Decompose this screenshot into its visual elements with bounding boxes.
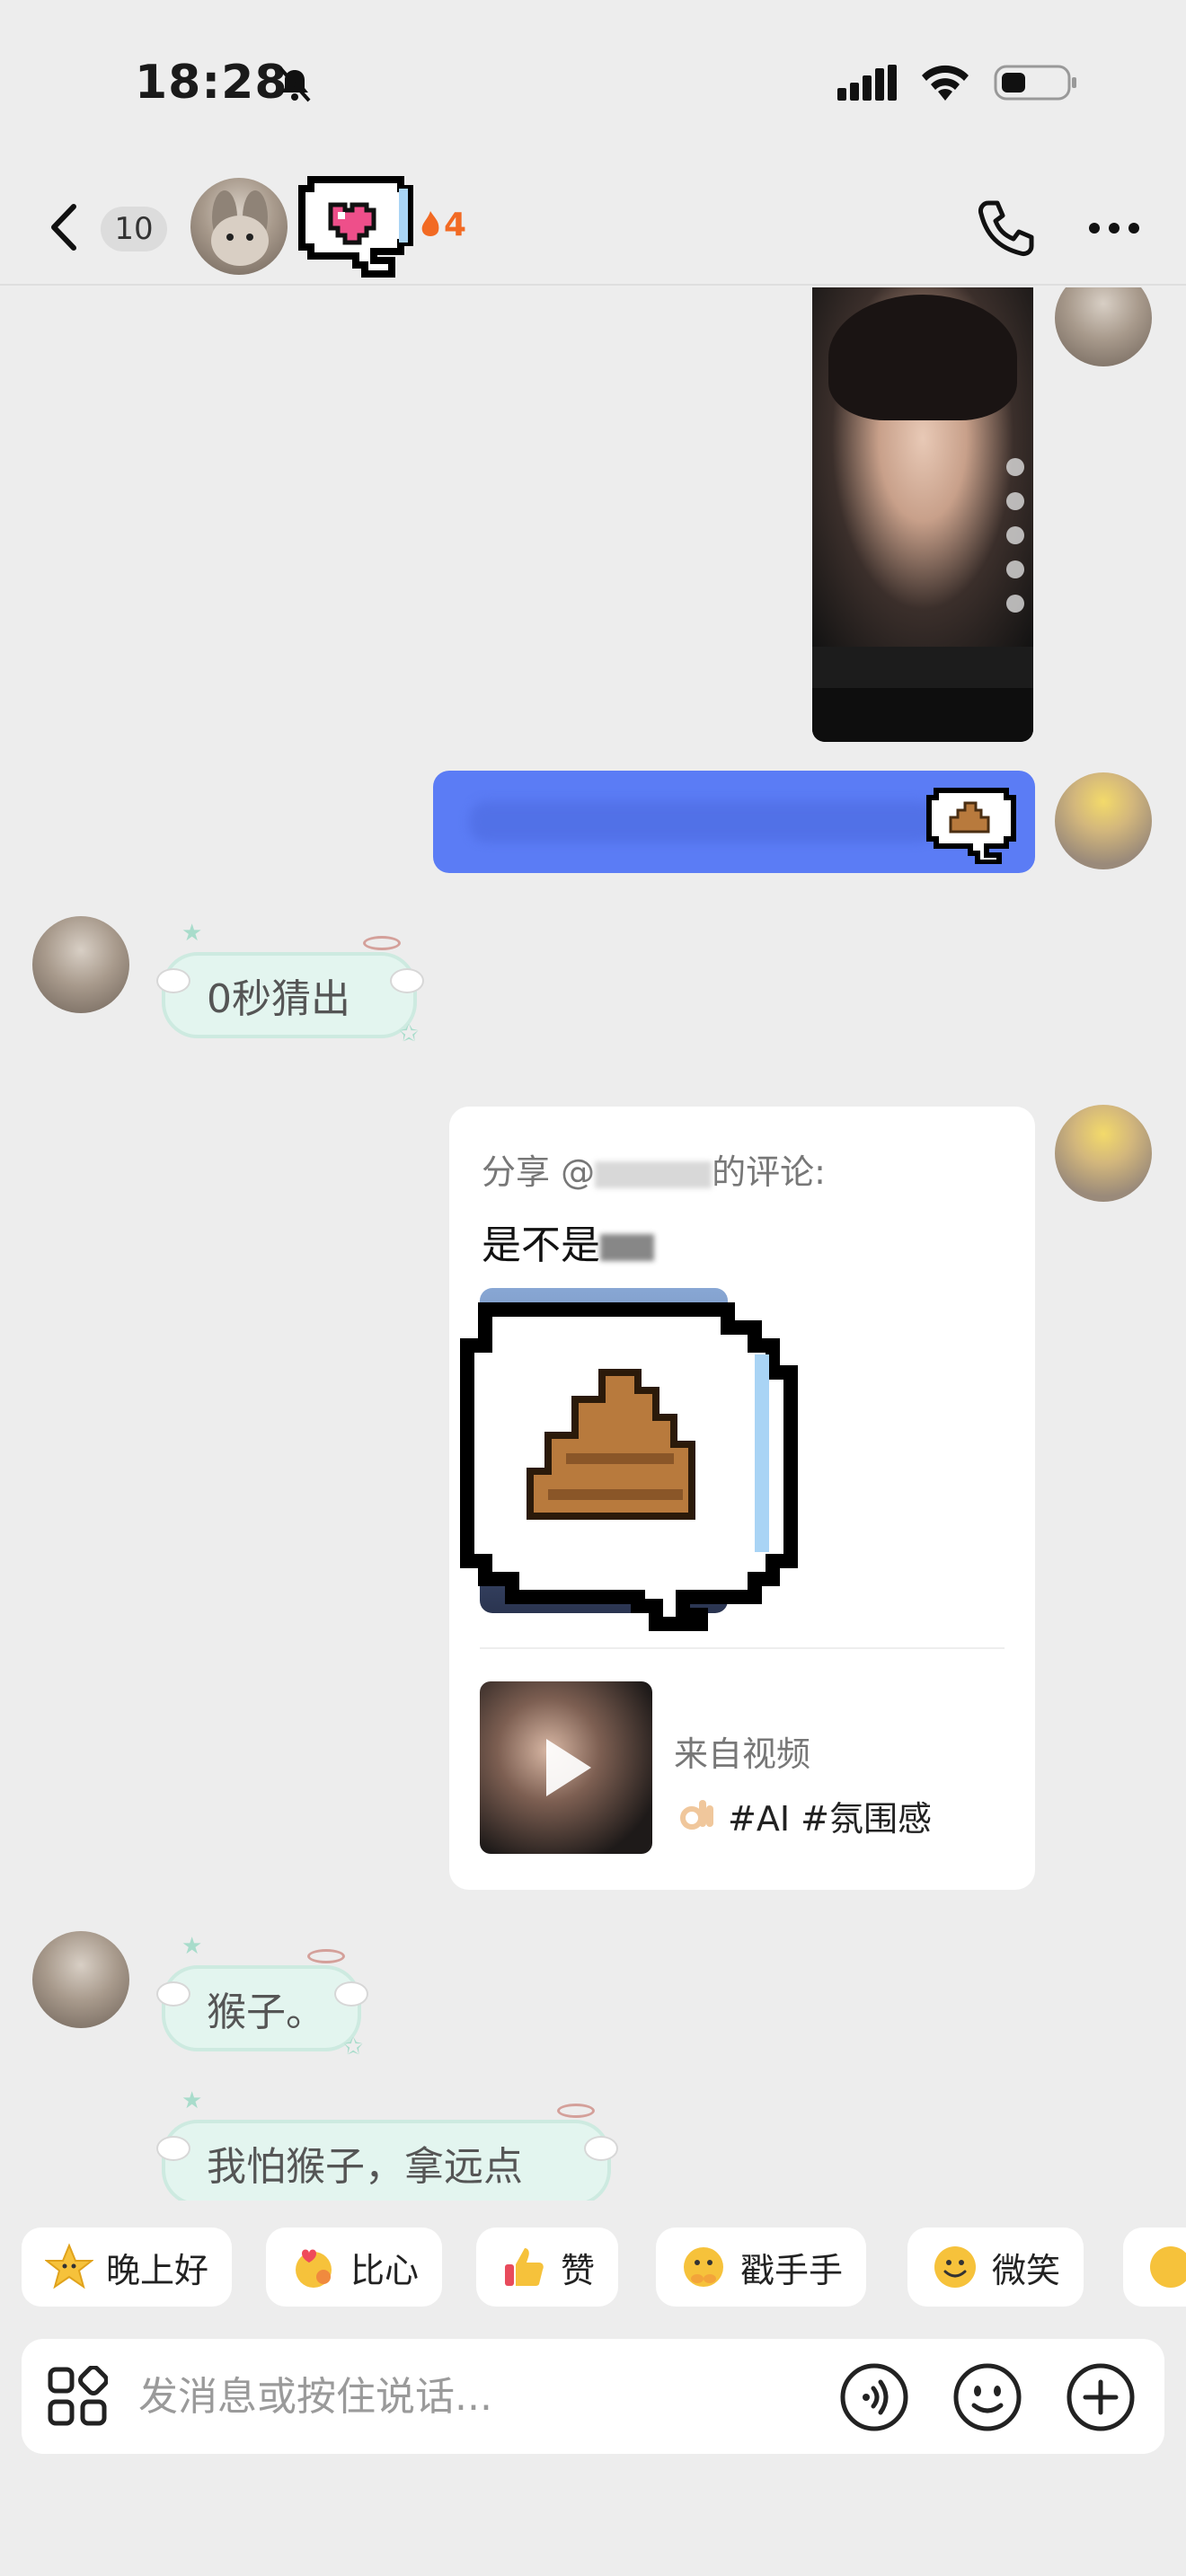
wing-decoration: [390, 968, 424, 993]
streak-count: 4: [444, 207, 467, 243]
quick-reply-label: 赞: [561, 2250, 596, 2290]
halo-decoration: [557, 2104, 595, 2118]
self-avatar[interactable]: [1055, 1105, 1152, 1202]
video-side-actions: [1006, 458, 1024, 613]
voice-message-icon[interactable]: [839, 2362, 909, 2432]
wing-decoration: [156, 968, 190, 993]
bell-muted-icon: [279, 66, 311, 102]
unread-count-badge[interactable]: 10: [101, 207, 167, 251]
share-title-prefix: 分享 @: [482, 1152, 596, 1192]
message-input[interactable]: [138, 2369, 821, 2423]
bunny-avatar-art: [211, 190, 269, 266]
ok-hand-icon: [680, 1799, 713, 1830]
chat-message-list[interactable]: 0秒猜出 ★ ✩ 分享 @ 的评论: 是不是 来自视频 #AI #氛围感 猴子。…: [0, 287, 1186, 2201]
finger-heart-icon: [296, 2249, 332, 2288]
source-tags[interactable]: #AI #氛围感: [674, 1791, 932, 1840]
halo-decoration: [363, 936, 401, 950]
received-text-bubble[interactable]: 0秒猜出 ★ ✩: [156, 920, 424, 1047]
pixel-poop-sticker-icon: [460, 1302, 798, 1631]
back-arrow-icon[interactable]: [43, 198, 88, 257]
poke-hands-icon: [684, 2247, 723, 2287]
halo-decoration: [307, 1949, 345, 1963]
star-face-icon: [45, 2243, 93, 2289]
message-input-bar: [22, 2339, 1164, 2454]
received-text-bubble[interactable]: 我怕猴子，拿远点 ★: [156, 2087, 618, 2201]
wing-decoration: [334, 1981, 368, 2007]
battery-icon: [994, 65, 1076, 101]
shared-comment-card[interactable]: 分享 @ 的评论: 是不是 来自视频 #AI #氛围感: [449, 1107, 1035, 1890]
share-title-suffix: 的评论:: [712, 1152, 826, 1192]
phone-call-icon[interactable]: [976, 198, 1037, 259]
contact-avatar[interactable]: [190, 178, 288, 275]
quick-reply-smile[interactable]: 微笑: [907, 2228, 1084, 2307]
quick-reply-good-evening[interactable]: 晚上好: [22, 2228, 233, 2307]
blurred-text: [469, 801, 936, 842]
wing-decoration: [156, 1981, 190, 2007]
play-icon: [546, 1739, 591, 1796]
status-bar: 18:28: [0, 0, 1186, 171]
quick-reply-label: 微笑: [992, 2250, 1061, 2290]
wing-decoration: [156, 2136, 190, 2161]
self-avatar[interactable]: [1055, 772, 1152, 869]
share-card-body: 是不是: [482, 1213, 654, 1270]
star-decoration: ★: [181, 2087, 203, 2114]
smile-icon: [934, 2246, 976, 2288]
message-text: 猴子。: [207, 1989, 325, 2035]
star-decoration: ✩: [343, 2033, 363, 2060]
blurred-text: [600, 1234, 654, 1261]
quick-reply-bar[interactable]: 晚上好 比心 赞 戳手手 微笑: [0, 2228, 1186, 2317]
message-text: 0秒猜出: [207, 976, 350, 1022]
emoji-partial-icon: [1150, 2246, 1186, 2288]
share-card-title: 分享 @ 的评论:: [482, 1144, 826, 1194]
cellular-signal-icon: [837, 65, 897, 101]
chat-header: 10 4: [0, 171, 1186, 286]
quick-reply-poke-hands[interactable]: 戳手手: [656, 2228, 867, 2307]
star-decoration: ✩: [399, 1020, 419, 1047]
source-label: 来自视频: [674, 1734, 811, 1774]
thumbs-up-icon: [505, 2248, 544, 2286]
quick-reply-label: 比心: [350, 2250, 420, 2290]
apps-grid-icon[interactable]: [47, 2366, 108, 2427]
self-avatar[interactable]: [1055, 287, 1152, 366]
source-video-thumbnail[interactable]: [480, 1681, 652, 1854]
quick-reply-like[interactable]: 赞: [476, 2228, 619, 2307]
card-divider: [480, 1647, 1005, 1649]
message-text: 我怕猴子，拿远点: [207, 2144, 523, 2190]
flame-icon: [421, 210, 439, 236]
wing-decoration: [584, 2136, 618, 2161]
video-preview-hair: [828, 295, 1017, 420]
blurred-username: [595, 1160, 712, 1188]
wifi-icon: [922, 65, 969, 101]
tags-text: #AI #氛围感: [728, 1799, 932, 1839]
pixel-heart-sticker-icon: [298, 176, 413, 278]
contact-avatar[interactable]: [32, 1931, 129, 2028]
shared-video-message[interactable]: [812, 287, 1033, 742]
streak-indicator: 4: [420, 207, 466, 243]
share-body-text: 是不是: [482, 1222, 600, 1268]
quick-reply-more[interactable]: [1123, 2228, 1186, 2307]
quick-reply-finger-heart[interactable]: 比心: [266, 2228, 443, 2307]
quick-reply-label: 晚上好: [106, 2250, 209, 2290]
status-indicators: [837, 63, 1078, 102]
quick-reply-label: 戳手手: [740, 2250, 844, 2290]
status-time: 18:28: [135, 56, 288, 110]
sent-text-bubble[interactable]: [433, 771, 1035, 873]
emoji-picker-icon[interactable]: [952, 2362, 1022, 2432]
star-decoration: ★: [181, 920, 203, 947]
pixel-poop-sticker-icon: [926, 788, 1016, 864]
more-options-icon[interactable]: [1087, 221, 1141, 235]
received-text-bubble[interactable]: 猴子。 ★ ✩: [156, 1933, 368, 2060]
star-decoration: ★: [181, 1933, 203, 1960]
video-bottom-bar: [812, 688, 1033, 742]
add-attachment-icon[interactable]: [1066, 2362, 1136, 2432]
contact-avatar[interactable]: [32, 916, 129, 1013]
